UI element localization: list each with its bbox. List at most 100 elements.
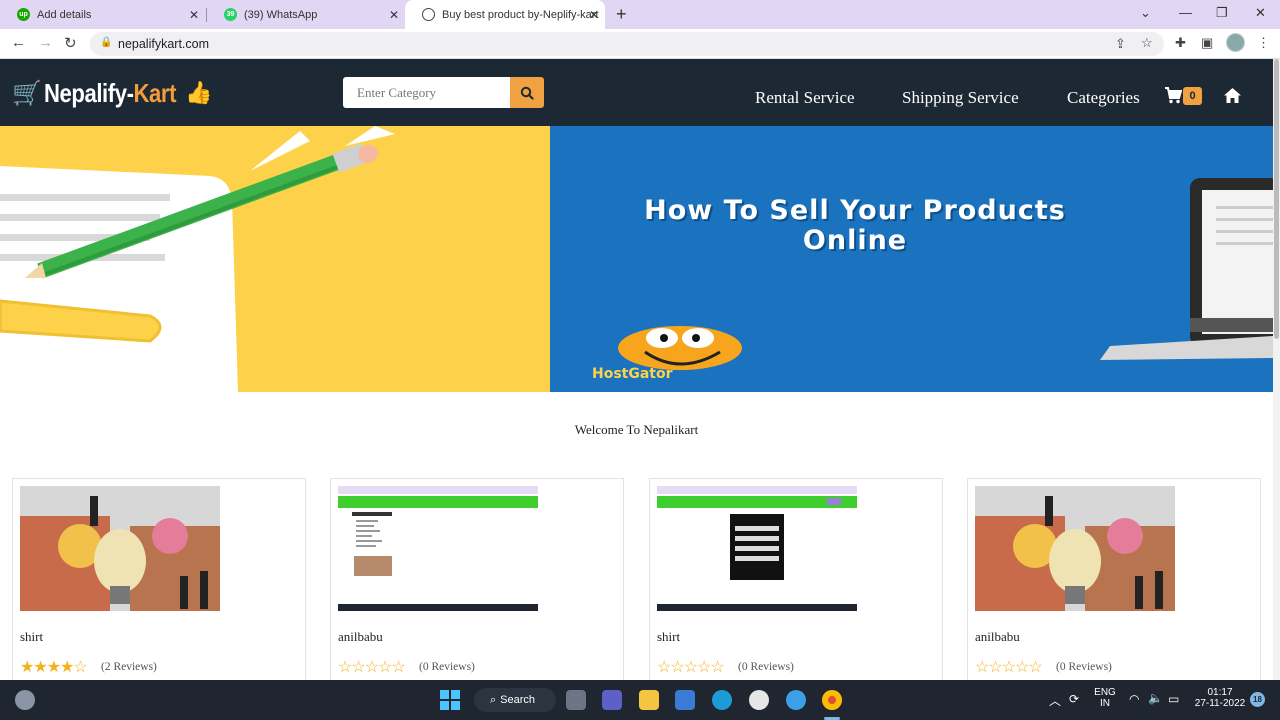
product-card[interactable]: shirt ★★★★☆ (2 Reviews) <box>12 478 306 688</box>
github-desktop-icon[interactable] <box>749 690 769 710</box>
lightbulb-artwork-image <box>20 486 220 611</box>
clock[interactable]: 01:17 27-11-2022 <box>1192 687 1248 709</box>
sync-icon[interactable]: ⟳ <box>1069 692 1079 706</box>
windows-start-icon[interactable] <box>440 690 460 710</box>
lightbulb-artwork-image <box>975 486 1175 611</box>
minimize-icon[interactable]: — <box>1179 5 1192 20</box>
notification-count-badge[interactable]: 18 <box>1250 692 1265 707</box>
url-text: nepalifykart.com <box>118 37 210 51</box>
product-name[interactable]: anilbabu <box>975 629 1020 645</box>
tab-nepalifykart[interactable]: Buy best product by-Neplify-kart ✕ <box>405 0 605 29</box>
star-empty-icon: ☆☆☆☆☆ <box>975 659 1043 676</box>
star-rating: ☆☆☆☆☆ <box>338 657 406 677</box>
scrollbar-thumb[interactable] <box>1274 59 1279 339</box>
home-icon[interactable] <box>1224 88 1241 103</box>
weather-widget-icon[interactable] <box>15 690 35 710</box>
lock-icon[interactable]: 🔒 <box>100 37 112 48</box>
nav-shipping-service[interactable]: Shipping Service <box>902 88 1019 108</box>
bookmark-star-icon[interactable]: ☆ <box>1141 35 1153 51</box>
share-icon[interactable]: ⇪ <box>1115 36 1126 52</box>
product-image[interactable] <box>338 486 538 611</box>
page-scrollbar[interactable] <box>1273 59 1280 680</box>
laptop-illustration <box>618 178 1273 370</box>
cart-icon[interactable] <box>1164 87 1182 104</box>
site-logo[interactable]: 🛒 Nepalify-Kart 👍 <box>12 75 213 111</box>
screenshot-latest-products-image <box>338 486 538 611</box>
chrome-taskbar-icon[interactable] <box>822 690 842 710</box>
screenshot-login-form-image <box>657 486 857 611</box>
product-name[interactable]: shirt <box>20 629 43 645</box>
globe-favicon-icon <box>422 8 435 21</box>
address-bar[interactable]: 🔒 nepalifykart.com ⇪ ☆ <box>90 32 1164 56</box>
microsoft-store-icon[interactable] <box>675 690 695 710</box>
product-name[interactable]: shirt <box>657 629 680 645</box>
side-panel-icon[interactable]: ▣ <box>1201 35 1213 51</box>
file-explorer-icon[interactable] <box>639 690 659 710</box>
product-image[interactable] <box>975 486 1175 611</box>
teams-chat-icon[interactable] <box>602 690 622 710</box>
category-search <box>343 77 544 108</box>
browser-tab-strip: up Add details ✕ 39 (39) WhatsApp ✕ Buy … <box>0 0 1280 29</box>
star-filled-icon: ★★★★ <box>20 659 74 676</box>
shopping-cart-logo-icon: 🛒 <box>12 79 42 107</box>
tab-whatsapp[interactable]: 39 (39) WhatsApp ✕ <box>207 0 405 29</box>
tab-title: Buy best product by-Neplify-kart <box>442 8 599 21</box>
search-button[interactable] <box>510 77 544 108</box>
task-view-icon[interactable] <box>566 690 586 710</box>
chevron-up-icon[interactable]: ︿ <box>1049 692 1061 709</box>
tab-close-icon[interactable]: ✕ <box>389 8 399 22</box>
hero-banner: How To Sell Your Products Online HostGat… <box>0 126 1273 392</box>
tab-add-details[interactable]: up Add details ✕ <box>0 0 205 29</box>
product-image[interactable] <box>20 486 220 611</box>
star-rating: ★★★★☆ <box>20 657 88 677</box>
wifi-icon[interactable]: ◠ <box>1129 692 1139 706</box>
brand-name: Nepalify-Kart <box>43 77 176 108</box>
window-close-icon[interactable]: ✕ <box>1255 5 1266 21</box>
upwork-favicon-icon: up <box>17 8 30 21</box>
star-rating: ☆☆☆☆☆ <box>975 657 1043 677</box>
thumbs-up-icon: 👍 <box>185 80 213 105</box>
cart-count-badge[interactable]: 0 <box>1183 87 1202 105</box>
document-pencil-illustration <box>0 126 395 392</box>
taskbar-search-label: Search <box>500 694 536 706</box>
profile-avatar[interactable] <box>1226 33 1245 52</box>
python-idle-icon[interactable] <box>786 690 806 710</box>
review-count: (0 Reviews) <box>1056 661 1112 673</box>
tab-close-icon[interactable]: ✕ <box>589 8 599 22</box>
review-count: (0 Reviews) <box>419 661 475 673</box>
tab-title: Add details <box>37 8 92 21</box>
star-empty-icon: ☆☆☆☆☆ <box>338 659 406 676</box>
nav-categories[interactable]: Categories <box>1067 88 1140 108</box>
extensions-puzzle-icon[interactable]: ✚ <box>1175 35 1186 51</box>
product-card[interactable]: anilbabu ☆☆☆☆☆ (0 Reviews) <box>330 478 624 688</box>
chrome-menu-icon[interactable]: ⋮ <box>1257 35 1270 51</box>
new-tab-icon[interactable]: + <box>616 4 627 25</box>
volume-icon[interactable]: 🔈 <box>1148 691 1163 705</box>
tab-close-icon[interactable]: ✕ <box>189 8 199 22</box>
product-image[interactable] <box>657 486 857 611</box>
category-search-input[interactable] <box>343 77 510 108</box>
product-card[interactable]: shirt ☆☆☆☆☆ (0 Reviews) <box>649 478 943 688</box>
tab-search-chevron-icon[interactable]: ⌄ <box>1140 5 1151 21</box>
hostgator-logo-text: HostGator <box>592 366 673 382</box>
search-icon: ⌕ <box>490 693 497 706</box>
tab-title: (39) WhatsApp <box>244 8 318 21</box>
edge-browser-icon[interactable] <box>712 690 732 710</box>
star-rating: ☆☆☆☆☆ <box>657 657 725 677</box>
taskbar-search[interactable]: ⌕ Search <box>474 688 556 712</box>
back-arrow-icon[interactable]: ← <box>11 34 26 51</box>
nav-rental-service[interactable]: Rental Service <box>755 88 855 108</box>
language-indicator[interactable]: ENG IN <box>1093 687 1117 709</box>
product-card[interactable]: anilbabu ☆☆☆☆☆ (0 Reviews) <box>967 478 1261 688</box>
reload-icon[interactable]: ↻ <box>64 34 77 52</box>
forward-arrow-icon[interactable]: → <box>38 34 53 51</box>
welcome-heading: Welcome To Nepalikart <box>574 422 699 437</box>
windows-taskbar: ⌕ Search ︿ ⟳ ENG IN ◠ 🔈 ▭ 01:17 27-11-2022 <box>0 680 1280 720</box>
battery-icon[interactable]: ▭ <box>1168 692 1179 706</box>
maximize-icon[interactable]: ❐ <box>1216 5 1228 21</box>
banner-headline: How To Sell Your Products Online <box>644 195 1066 256</box>
star-empty-icon: ☆☆☆☆☆ <box>657 659 725 676</box>
review-count: (2 Reviews) <box>101 661 157 673</box>
search-icon <box>520 86 534 100</box>
product-name[interactable]: anilbabu <box>338 629 383 645</box>
